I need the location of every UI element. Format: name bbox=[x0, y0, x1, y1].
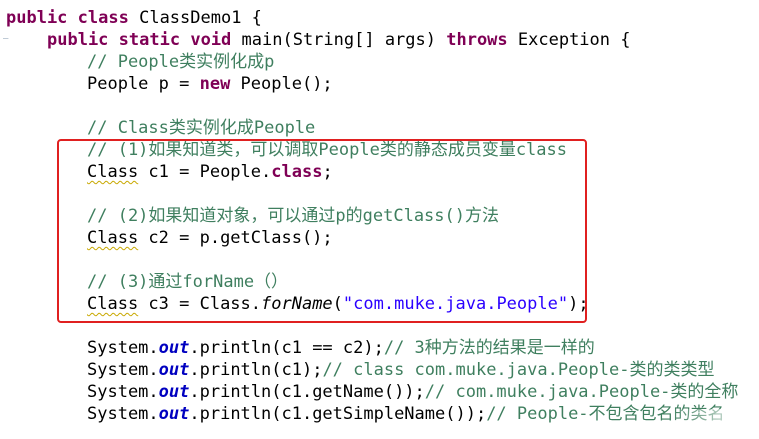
code-text: .println(c1 == c2); bbox=[189, 338, 384, 358]
code-line-comment: // People类实例化成p bbox=[87, 52, 275, 72]
code-line-println: System.out.println(c1.getSimpleName());/… bbox=[87, 403, 725, 425]
code-line-println: System.out.println(c1.getName());// com.… bbox=[87, 381, 738, 403]
keyword: void bbox=[190, 30, 232, 50]
keyword: class bbox=[77, 8, 129, 28]
keyword: public bbox=[6, 8, 68, 28]
code-text: ClassDemo1 { bbox=[128, 8, 262, 28]
inline-comment: // class com.muke.java.People-类的类类型 bbox=[322, 360, 715, 380]
code-line-main-decl: public static void main(String[] args) t… bbox=[47, 29, 630, 51]
code-text: Exception { bbox=[507, 30, 631, 50]
code-text: .println(c1.getName()); bbox=[189, 382, 425, 402]
static-field: out bbox=[158, 382, 190, 402]
keyword: public bbox=[47, 30, 109, 50]
code-line-new-people: People p = new People(); bbox=[87, 73, 333, 95]
code-line-class-decl: public class ClassDemo1 { bbox=[6, 7, 262, 29]
watermark-fade bbox=[669, 409, 759, 439]
static-field: out bbox=[158, 404, 190, 424]
code-editor[interactable]: – public class ClassDemo1 { public stati… bbox=[0, 0, 759, 439]
code-text: System. bbox=[87, 360, 159, 380]
code-text: .println(c1); bbox=[189, 360, 323, 380]
keyword: throws bbox=[446, 30, 508, 50]
code-text: System. bbox=[87, 382, 159, 402]
collapse-marker-icon[interactable]: – bbox=[3, 35, 9, 44]
keyword: new bbox=[199, 74, 231, 94]
keyword: static bbox=[118, 30, 181, 50]
code-line-comment: // Class类实例化成People bbox=[87, 118, 316, 138]
code-text: .println(c1.getSimpleName()); bbox=[189, 404, 487, 424]
static-field: out bbox=[158, 360, 190, 380]
highlight-box bbox=[57, 139, 587, 323]
inline-comment: // com.muke.java.People-类的全称 bbox=[424, 382, 739, 402]
code-line-println: System.out.println(c1 == c2);// 3种方法的结果是… bbox=[87, 337, 595, 359]
static-field: out bbox=[158, 338, 190, 358]
code-text: People p = bbox=[87, 74, 200, 94]
inline-comment: // 3种方法的结果是一样的 bbox=[383, 338, 595, 358]
code-text: System. bbox=[87, 338, 159, 358]
code-line-println: System.out.println(c1);// class com.muke… bbox=[87, 359, 714, 381]
code-text: main(String[] args) bbox=[231, 30, 447, 50]
code-text: People(); bbox=[230, 74, 333, 94]
code-text: System. bbox=[87, 404, 159, 424]
